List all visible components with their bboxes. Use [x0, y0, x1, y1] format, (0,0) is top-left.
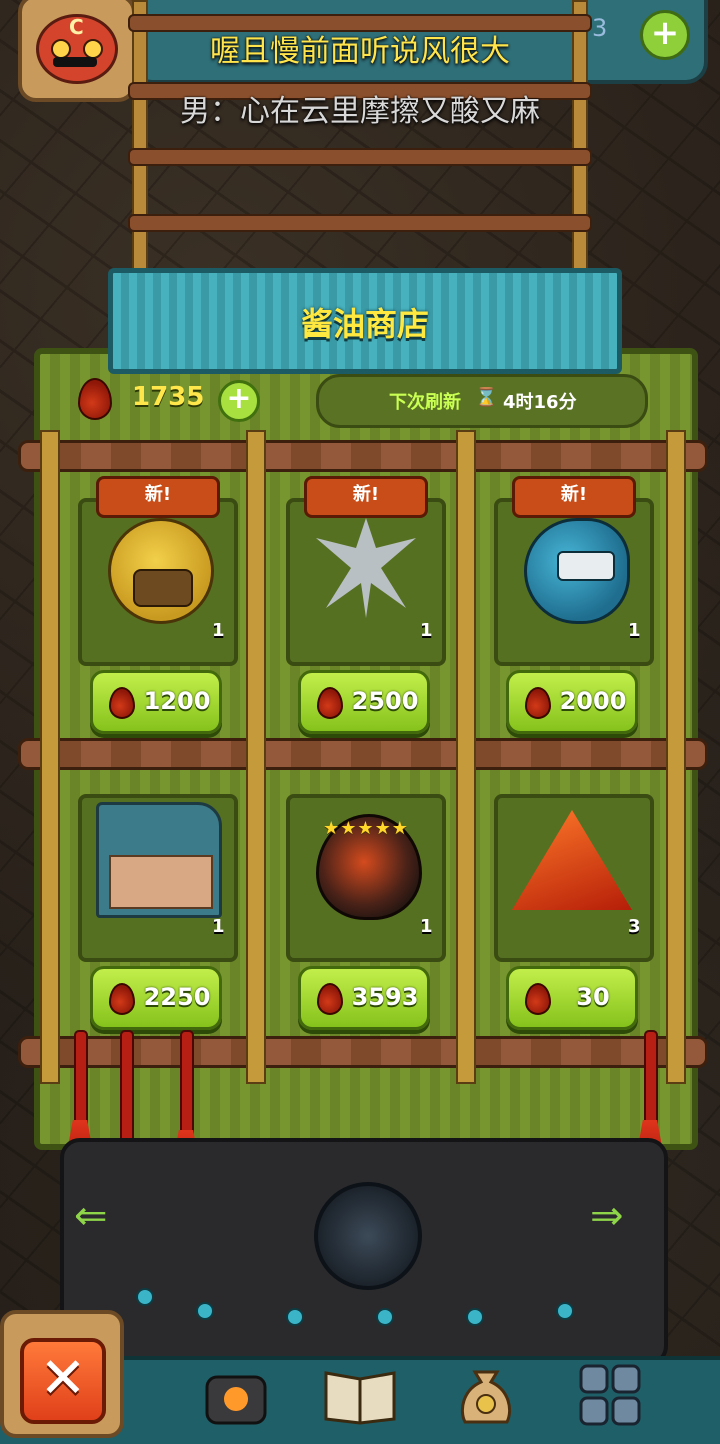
refresh-timer: 下次刷新 ⌛ 4时16分: [316, 374, 648, 428]
grid-icon[interactable]: [570, 1356, 650, 1434]
shop-item-slot[interactable]: ★★★★★ 1 3593: [268, 766, 458, 1030]
soy-sauce-drop-icon: [109, 687, 135, 719]
new-badge: 新!: [512, 476, 636, 518]
item-price: 2000: [559, 687, 627, 715]
buy-button[interactable]: 2000: [506, 670, 638, 734]
shop-title-banner: 酱油商店: [108, 268, 622, 374]
item-quantity: 1: [628, 620, 641, 641]
item-price: 1200: [143, 687, 211, 715]
ladder-rung: [128, 214, 592, 232]
close-button[interactable]: ✕: [20, 1338, 106, 1424]
item-price: 2500: [351, 687, 419, 715]
item-price: 30: [576, 983, 610, 1011]
shelf-post: [40, 430, 60, 1084]
refresh-label: 下次刷新: [389, 392, 461, 413]
soy-sauce-drop-icon: [525, 687, 551, 719]
ladder-rung: [128, 148, 592, 166]
item-quantity: 1: [212, 620, 225, 641]
shelf-beam-top: [18, 440, 708, 472]
money-bag-icon[interactable]: [446, 1356, 526, 1434]
furnace-icon[interactable]: [196, 1356, 276, 1434]
buy-button[interactable]: 2250: [90, 966, 222, 1030]
machine-light: [466, 1308, 484, 1326]
dungeon-machine: [60, 1138, 668, 1366]
shop-item-slot[interactable]: 新! 1 2500: [268, 470, 458, 734]
right-arrow-icon[interactable]: ⇒: [590, 1196, 650, 1236]
add-currency-button[interactable]: +: [218, 380, 260, 422]
refresh-time: 4时16分: [503, 392, 577, 413]
gear-icon: [314, 1182, 422, 1290]
currency-bar: 1735 + 下次刷新 ⌛ 4时16分: [60, 372, 660, 428]
shop-item-slot[interactable]: 3 30: [476, 766, 666, 1030]
shop-item-slot[interactable]: 新! 1 1200: [60, 470, 250, 734]
new-badge: 新!: [96, 476, 220, 518]
machine-light: [136, 1288, 154, 1306]
new-badge: 新!: [304, 476, 428, 518]
hourglass-icon: ⌛: [475, 387, 498, 408]
soy-sauce-drop-icon: [109, 983, 135, 1015]
blue-fish-monster-icon: [524, 518, 630, 624]
item-quantity: 1: [420, 620, 433, 641]
shop-item-slot[interactable]: 1 2250: [60, 766, 250, 1030]
item-price: 2250: [143, 983, 211, 1011]
buy-button[interactable]: 30: [506, 966, 638, 1030]
tassel-cord: [180, 1030, 194, 1144]
buy-button[interactable]: 3593: [298, 966, 430, 1030]
close-button-frame: ✕: [0, 1310, 124, 1438]
shop-title: 酱油商店: [300, 305, 429, 343]
shelf-post: [456, 430, 476, 1084]
item-quantity: 1: [212, 916, 225, 937]
yellow-chicken-monster-icon: [108, 518, 214, 624]
buy-button[interactable]: 2500: [298, 670, 430, 734]
book-icon[interactable]: [320, 1356, 400, 1434]
buy-button[interactable]: 1200: [90, 670, 222, 734]
star-rating: ★★★★★: [323, 818, 409, 839]
soy-sauce-drop-icon: [525, 983, 551, 1015]
monster-house-icon: [96, 802, 222, 918]
lyric-line-1: 喔且慢前面听说风很大: [210, 34, 510, 69]
item-price: 3593: [351, 983, 419, 1011]
machine-light: [556, 1302, 574, 1320]
machine-light: [376, 1308, 394, 1326]
shelf-post: [666, 430, 686, 1084]
currency-amount: 1735: [132, 382, 205, 412]
soy-sauce-drop-icon: [317, 983, 343, 1015]
item-quantity: 3: [628, 916, 641, 937]
machine-light: [196, 1302, 214, 1320]
machine-light: [286, 1308, 304, 1326]
lyric-line-2: 男：心在云里摩擦又酸又麻: [180, 94, 540, 129]
soy-sauce-drop-icon: [317, 687, 343, 719]
left-arrow-icon[interactable]: ⇐: [74, 1196, 134, 1236]
soy-sauce-drop-icon: [78, 378, 112, 420]
item-quantity: 1: [420, 916, 433, 937]
shop-item-slot[interactable]: 新! 1 2000: [476, 470, 666, 734]
